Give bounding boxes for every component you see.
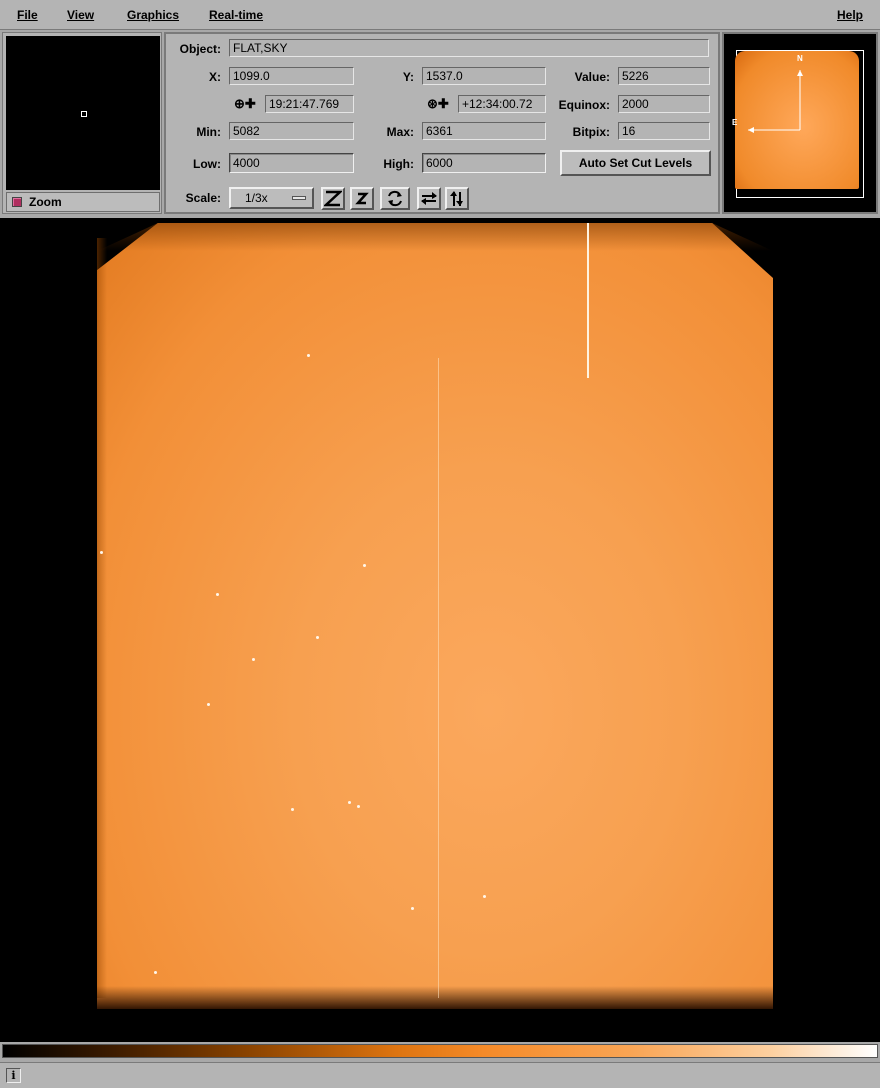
equinox-field: 2000 [618,95,710,113]
pan-panel[interactable]: N E [722,32,878,214]
min-field: 5082 [229,122,354,140]
star-point [291,808,294,811]
bitpix-field: 16 [618,122,710,140]
high-input[interactable]: 6000 [422,153,546,173]
scale-value: 1/3x [245,191,268,205]
zoom-out-button[interactable] [350,187,374,210]
star-point [357,805,360,808]
zoom-toggle[interactable]: Zoom [6,192,160,212]
status-bar: i [0,1062,880,1088]
equinox-label: Equinox: [558,98,610,112]
menu-view[interactable]: View [67,8,94,22]
dec-field: +12:34:00.72 [458,95,546,113]
image-top-vignette [97,223,773,251]
max-label: Max: [386,125,414,139]
high-label: High: [383,157,414,171]
flip-horizontal-button[interactable] [417,187,441,210]
scale-select[interactable]: 1/3x [229,187,314,209]
zoom-in-button[interactable] [321,187,345,210]
bitpix-label: Bitpix: [572,125,610,139]
star-point [316,636,319,639]
info-panel: Object: FLAT,SKY X: 1099.0 Y: 1537.0 Val… [164,32,720,214]
y-label: Y: [402,70,414,84]
menu-help[interactable]: Help [837,8,863,22]
image-display[interactable] [0,218,880,1042]
dropdown-indicator-icon [292,196,306,200]
zoom-label: Zoom [29,195,62,209]
compass-east-label: E [732,118,738,127]
star-point [411,907,414,910]
x-label: X: [209,70,221,84]
menu-real-time[interactable]: Real-time [209,8,263,22]
scale-label: Scale: [185,191,221,205]
star-point [348,801,351,804]
zoom-cursor-marker [81,111,87,117]
colorbar[interactable] [2,1044,878,1058]
star-point [252,658,255,661]
auto-set-cut-levels-button[interactable]: Auto Set Cut Levels [560,150,711,176]
menu-file[interactable]: File [17,8,38,22]
menu-bar: File View Graphics Real-time Help [0,0,880,30]
zoom-panel: Zoom [2,32,162,214]
saturated-column-streak [587,223,589,378]
zoom-checkbox[interactable] [12,197,22,207]
rotate-icon [388,190,402,207]
max-field: 6361 [422,122,546,140]
low-label: Low: [193,157,221,171]
info-icon[interactable]: i [6,1068,21,1083]
flip-vertical-button[interactable] [445,187,469,210]
value-label: Value: [574,70,610,84]
object-field: FLAT,SKY [229,39,709,57]
star-point [483,895,486,898]
flip-horizontal-icon [421,192,437,205]
star-point [207,703,210,706]
flat-field-image [97,223,773,1009]
image-bottom-vignette [97,986,773,1009]
image-left-vignette [97,238,107,998]
star-point [363,564,366,567]
zoom-out-icon [355,192,369,205]
ra-icon: ⊕✚ [234,96,256,111]
low-input[interactable]: 4000 [229,153,354,173]
bad-column-line [438,358,439,998]
compass-north-label: N [797,54,803,63]
x-field: 1099.0 [229,67,354,85]
dec-icon: ⊛✚ [427,96,449,111]
star-point [307,354,310,357]
min-label: Min: [196,125,221,139]
star-point [154,971,157,974]
star-point [216,593,219,596]
star-point [100,551,103,554]
object-label: Object: [179,42,221,56]
zoom-window[interactable] [6,36,160,190]
rotate-button[interactable] [380,187,410,210]
ra-field: 19:21:47.769 [265,95,354,113]
value-field: 5226 [618,67,710,85]
flip-vertical-icon [450,191,463,206]
menu-graphics[interactable]: Graphics [127,8,179,22]
y-field: 1537.0 [422,67,546,85]
zoom-in-icon [324,190,342,207]
